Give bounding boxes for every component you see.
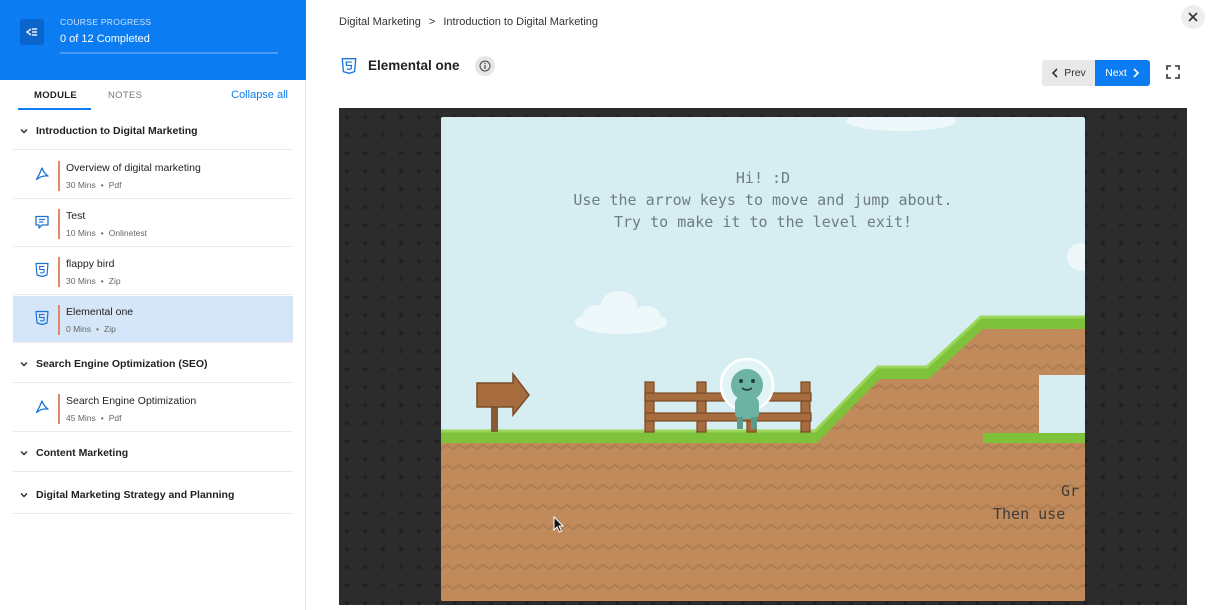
- sidebar-collapse-icon: [26, 28, 37, 36]
- lesson-status-bar: [58, 305, 60, 335]
- lesson-duration: 30 Mins: [66, 180, 96, 190]
- breadcrumb-separator: >: [428, 16, 436, 28]
- lesson-status-bar: [58, 161, 60, 191]
- lesson-meta: 45 Mins • Pdf: [66, 413, 122, 423]
- next-label: Next: [1105, 67, 1127, 79]
- progress-text: 0 of 12 Completed: [60, 33, 150, 45]
- lesson-item-overview[interactable]: Overview of digital marketing 30 Mins • Pd…: [13, 152, 293, 199]
- game-scene: [441, 117, 1085, 601]
- chevron-right-icon: [1133, 68, 1139, 78]
- lesson-meta: 0 Mins • Zip: [66, 324, 116, 334]
- lesson-type: Pdf: [108, 413, 122, 423]
- game-canvas[interactable]: Hi! :D Use the arrow keys to move and ju…: [441, 117, 1085, 601]
- lesson-name: Search Engine Optimization: [66, 395, 197, 407]
- module-title: Search Engine Optimization (SEO): [36, 358, 208, 370]
- lesson-name: Overview of digital marketing: [66, 162, 201, 174]
- prev-label: Prev: [1064, 67, 1086, 79]
- lesson-name: Elemental one: [66, 306, 134, 318]
- lesson-meta: 10 Mins • Onlinetest: [66, 228, 148, 238]
- chevron-down-icon: [20, 128, 28, 134]
- cloud-shape: [846, 117, 956, 131]
- game-intro-line-1: Hi! :D: [735, 169, 791, 187]
- info-icon: [479, 60, 491, 72]
- lesson-status-bar: [58, 257, 60, 287]
- breadcrumb-module[interactable]: Introduction to Digital Marketing: [443, 16, 598, 28]
- chevron-down-icon: [20, 492, 28, 498]
- chat-test-icon: [33, 213, 51, 231]
- course-sidebar: COURSE PROGRESS 0 of 12 Completed MODULE…: [0, 0, 306, 610]
- lesson-item-seo[interactable]: Search Engine Optimization 45 Mins • Pdf: [13, 385, 293, 432]
- level-exit-opening: [1039, 375, 1085, 435]
- module-header-content-marketing[interactable]: Content Marketing: [13, 436, 293, 472]
- cloud-shape: [1067, 243, 1085, 271]
- lesson-item-elemental-one[interactable]: Elemental one 0 Mins • Zip: [13, 296, 293, 343]
- signpost-arrow: [476, 371, 530, 418]
- lesson-type: Pdf: [108, 180, 122, 190]
- lesson-meta: 30 Mins • Zip: [66, 276, 121, 286]
- game-stage[interactable]: ★: [339, 108, 1187, 605]
- chevron-down-icon: [20, 361, 28, 367]
- lesson-duration: 0 Mins: [66, 324, 92, 334]
- module-title: Introduction to Digital Marketing: [36, 125, 198, 137]
- game-hint-line-1: Gr: [1061, 482, 1080, 500]
- lesson-navigation: Prev Next: [1042, 60, 1150, 86]
- active-tab-indicator: [18, 108, 91, 110]
- pdf-icon: [33, 165, 51, 183]
- html5-icon: [341, 58, 357, 74]
- lesson-status-bar: [58, 394, 60, 424]
- lesson-name: Test: [66, 210, 86, 222]
- chevron-left-icon: [1052, 68, 1058, 78]
- info-button[interactable]: [475, 56, 495, 76]
- prev-button[interactable]: Prev: [1042, 60, 1095, 86]
- breadcrumb: Digital Marketing > Introduction to Digita…: [339, 16, 598, 28]
- chevron-down-icon: [20, 450, 28, 456]
- mouse-cursor-icon: [553, 516, 565, 533]
- module-header-intro[interactable]: Introduction to Digital Marketing: [13, 114, 293, 150]
- lesson-duration: 45 Mins: [66, 413, 96, 423]
- lesson-name: flappy bird: [66, 258, 115, 270]
- collapse-all-link[interactable]: Collapse all: [231, 89, 288, 101]
- module-header-seo[interactable]: Search Engine Optimization (SEO): [13, 347, 293, 383]
- course-progress-header: COURSE PROGRESS 0 of 12 Completed: [0, 0, 306, 80]
- progress-bar: [60, 52, 278, 54]
- collapse-sidebar-button[interactable]: [20, 19, 44, 45]
- module-title: Digital Marketing Strategy and Planning: [36, 489, 235, 501]
- game-intro-line-2: Use the arrow keys to move and jump abou…: [573, 191, 953, 209]
- lesson-type: Onlinetest: [108, 228, 148, 238]
- lesson-duration: 30 Mins: [66, 276, 96, 286]
- html5-icon: [33, 261, 51, 279]
- module-title: Content Marketing: [36, 447, 129, 459]
- lesson-type: Zip: [108, 276, 121, 286]
- lesson-item-test[interactable]: Test 10 Mins • Onlinetest: [13, 200, 293, 247]
- lesson-type: Zip: [104, 324, 116, 334]
- lesson-item-flappy-bird[interactable]: flappy bird 30 Mins • Zip: [13, 248, 293, 295]
- lesson-title: Elemental one: [368, 58, 460, 73]
- pdf-icon: [33, 398, 51, 416]
- game-intro-line-3: Try to make it to the level exit!: [613, 213, 912, 231]
- lesson-duration: 10 Mins: [66, 228, 96, 238]
- ledge-grass: [983, 433, 1085, 443]
- progress-label: COURSE PROGRESS: [60, 17, 152, 27]
- game-hint-line-2: Then use: [993, 505, 1066, 523]
- close-button[interactable]: [1181, 5, 1205, 29]
- html5-icon: [33, 309, 51, 327]
- module-header-strategy[interactable]: Digital Marketing Strategy and Planning: [13, 478, 293, 514]
- close-icon: [1188, 12, 1198, 22]
- lesson-status-bar: [58, 209, 60, 239]
- cloud-shape: [575, 291, 667, 334]
- breadcrumb-course[interactable]: Digital Marketing: [339, 16, 421, 28]
- fullscreen-icon[interactable]: [1165, 64, 1181, 80]
- lesson-meta: 30 Mins • Pdf: [66, 180, 122, 190]
- next-button[interactable]: Next: [1095, 60, 1150, 86]
- sidebar-tabs: MODULE NOTES Collapse all: [0, 80, 306, 110]
- tab-module[interactable]: MODULE: [34, 90, 77, 101]
- tab-notes[interactable]: NOTES: [108, 90, 142, 101]
